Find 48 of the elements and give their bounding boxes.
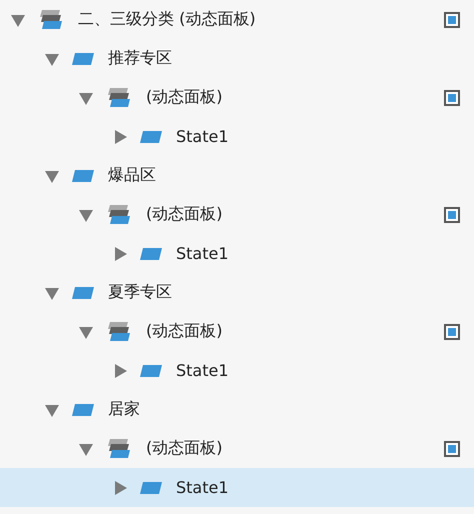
layers-icon [106,438,132,460]
outline-label: 爆品区 [108,165,157,186]
outline-label: State1 [176,478,230,497]
state-icon [72,52,94,64]
outline-label: (动态面板) [146,87,224,108]
state-icon [72,170,94,182]
outline-row[interactable]: (动态面板) [0,78,474,117]
outline-label: State1 [176,244,230,263]
outline-row[interactable]: 推荐专区 [0,39,474,78]
outline-row[interactable]: (动态面板) [0,195,474,234]
outline-label: 夏季专区 [108,282,173,303]
outline-label: 二、三级分类 (动态面板) [78,9,257,30]
outline-row[interactable]: 夏季专区 [0,273,474,312]
state-icon [140,248,162,260]
state-icon [72,286,94,298]
outline-label: State1 [176,361,230,380]
collapse-arrow-icon[interactable] [112,246,128,262]
outline-label: (动态面板) [146,438,224,459]
outline-row[interactable]: State1 [0,234,474,273]
state-icon [140,130,162,142]
layers-icon [106,86,132,108]
layers-icon [106,320,132,342]
layers-icon [106,204,132,226]
outline-label: (动态面板) [146,321,224,342]
outline-row[interactable]: State1 [0,468,474,507]
state-icon [140,482,162,494]
outline-row[interactable]: 爆品区 [0,156,474,195]
layers-icon [38,8,64,30]
outline-row[interactable]: State1 [0,117,474,156]
collapse-arrow-icon[interactable] [112,362,128,378]
outline-label: State1 [176,127,230,146]
visibility-checkbox[interactable] [444,206,460,222]
visibility-checkbox[interactable] [444,12,460,28]
collapse-arrow-icon[interactable] [112,128,128,144]
state-icon [140,364,162,376]
outline-row[interactable]: (动态面板) [0,429,474,468]
outline-row[interactable]: State1 [0,351,474,390]
outline-label: 推荐专区 [108,48,173,69]
collapse-arrow-icon[interactable] [112,480,128,496]
outline-label: (动态面板) [146,204,224,225]
outline-row[interactable]: (动态面板) [0,312,474,351]
visibility-checkbox[interactable] [444,324,460,340]
state-icon [72,404,94,416]
outline-row[interactable]: 二、三级分类 (动态面板) [0,0,474,39]
visibility-checkbox[interactable] [444,440,460,456]
visibility-checkbox[interactable] [444,90,460,106]
outline-label: 居家 [108,399,141,420]
outline-row[interactable]: 居家 [0,390,474,429]
